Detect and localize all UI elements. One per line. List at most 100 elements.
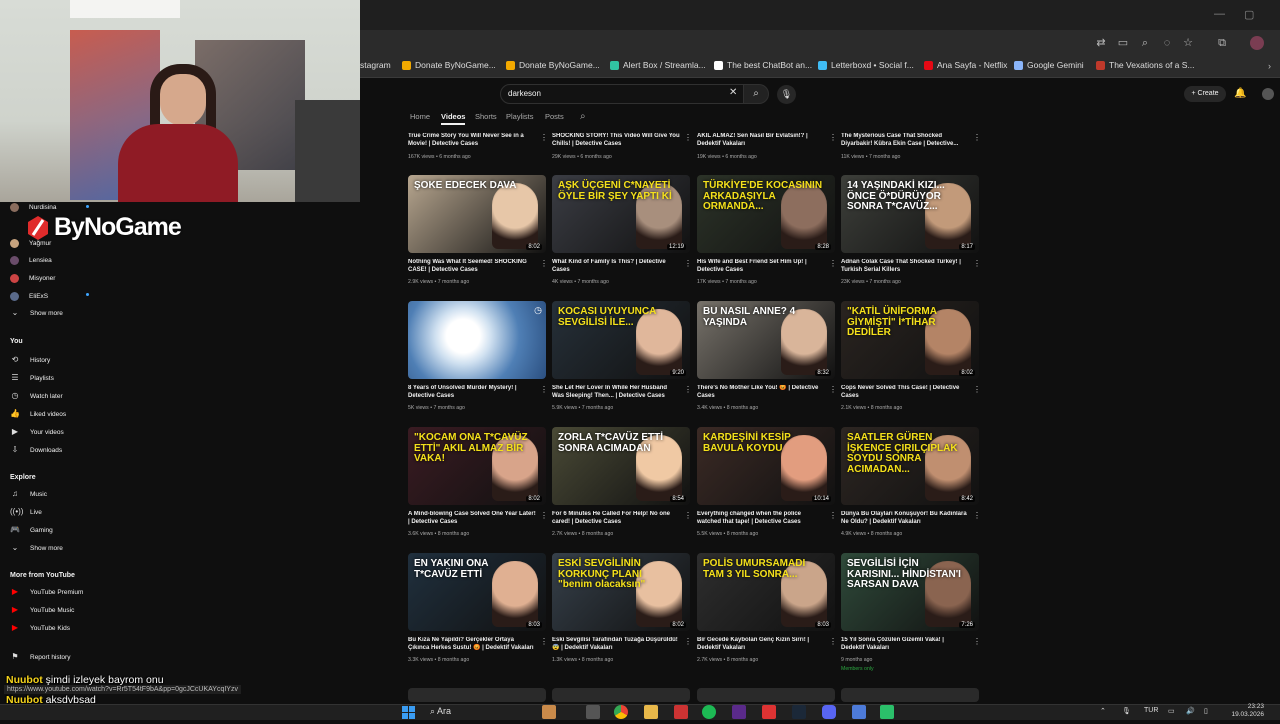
sidebar-item-music[interactable]: ♫ Music xyxy=(10,486,47,502)
language-indicator[interactable]: TUR xyxy=(1144,707,1158,714)
create-button[interactable]: + Create xyxy=(1184,86,1226,102)
video-title[interactable]: For 6 Minutes He Called For Help! No one… xyxy=(552,511,680,527)
video-title[interactable]: Nothing Was What It Seemed! SHOCKING CAS… xyxy=(408,259,536,275)
app-icon[interactable] xyxy=(542,705,556,719)
spotify-icon[interactable] xyxy=(702,705,716,719)
sidebar-item-playlists[interactable]: ☰ Playlists xyxy=(10,370,53,386)
video-thumbnail[interactable]: TÜRKİYE'DE KOCASININ ARKADAŞIYLA ORMANDA… xyxy=(697,175,835,253)
bookmarks-overflow-icon[interactable]: › xyxy=(1268,61,1271,71)
sidebar-sub-4[interactable]: EliExS xyxy=(10,288,48,304)
video-menu-icon[interactable]: ⋮ xyxy=(684,385,692,394)
sidebar-item-watch-later[interactable]: ◷ Watch later xyxy=(10,388,63,404)
channel-search-icon[interactable]: ⌕ xyxy=(580,111,586,122)
folder-icon[interactable] xyxy=(644,705,658,719)
extensions-icon[interactable]: ⧉ xyxy=(1215,36,1229,50)
video-title[interactable]: AKIL ALMAZ! Sen Nasıl Bir Evlatsın!? | D… xyxy=(697,133,825,149)
bookmark-item[interactable]: Ana Sayfa - Netflix xyxy=(924,60,1007,70)
video-menu-icon[interactable]: ⋮ xyxy=(829,637,837,646)
video-menu-icon[interactable]: ⋮ xyxy=(540,259,548,268)
video-thumbnail[interactable] xyxy=(697,688,835,702)
cast-icon[interactable]: ▭ xyxy=(1116,36,1130,50)
video-title[interactable]: True Crime Story You Will Never See in a… xyxy=(408,133,536,149)
video-thumbnail[interactable]: POLİS UMURSAMADI TAM 3 YIL SONRA... 8:03 xyxy=(697,553,835,631)
app-icon-recorder[interactable] xyxy=(762,705,776,719)
app-icon-blue[interactable] xyxy=(852,705,866,719)
taskbar-search[interactable]: ⌕ Ara xyxy=(430,706,451,717)
minimize-icon[interactable]: — xyxy=(1214,8,1225,20)
tab-shorts[interactable]: Shorts xyxy=(475,112,497,121)
video-menu-icon[interactable]: ⋮ xyxy=(540,133,548,142)
sidebar-sub-2[interactable]: Lensiea xyxy=(10,252,52,268)
bookmark-item[interactable]: stagram xyxy=(360,60,391,70)
bookmark-item[interactable]: Letterboxd • Social f... xyxy=(818,60,914,70)
sidebar-item-your-videos[interactable]: ▶ Your videos xyxy=(10,424,64,440)
sidebar-show-more-2[interactable]: ⌄ Show more xyxy=(10,540,63,556)
clock[interactable]: 23:23 19.03.2026 xyxy=(1220,703,1264,719)
video-thumbnail[interactable]: EN YAKINI ONA T*CAVÜZ ETTİ 8:03 xyxy=(408,553,546,631)
video-thumbnail[interactable] xyxy=(408,688,546,702)
notifications-icon[interactable]: 🔔 xyxy=(1234,88,1246,99)
video-thumbnail[interactable]: "KATİL ÜNİFORMA GİYMİŞTİ" İ*TİHAR DEDİLE… xyxy=(841,301,979,379)
mic-icon[interactable]: 🎙 xyxy=(777,85,796,104)
after-effects-icon[interactable] xyxy=(732,705,746,719)
sidebar-item-youtube-kids[interactable]: ▶ YouTube Kids xyxy=(10,620,70,636)
video-title[interactable]: The Mysterious Case That Shocked Diyarba… xyxy=(841,133,969,149)
video-title[interactable]: Bu Kıza Ne Yapıldı? Gerçekler Ortaya Çık… xyxy=(408,637,536,653)
bookmark-item[interactable]: The best ChatBot an... xyxy=(714,60,812,70)
video-title[interactable]: SHOCKING STORY! This Video Will Give You… xyxy=(552,133,680,149)
battery-icon[interactable]: ▯ xyxy=(1204,707,1208,715)
video-thumbnail[interactable]: ESKİ SEVGİLİNİN KORKUNÇ PLANI "benim ola… xyxy=(552,553,690,631)
video-thumbnail[interactable]: AŞK ÜÇGENİ C*NAYETİ ÖYLE BİR ŞEY YAPTI K… xyxy=(552,175,690,253)
sidebar-item-youtube-premium[interactable]: ▶ YouTube Premium xyxy=(10,584,83,600)
video-thumbnail[interactable]: SEVGİLİSİ İÇİN KARISINI... HİNDİSTAN'I S… xyxy=(841,553,979,631)
network-icon[interactable]: ▭ xyxy=(1168,707,1175,715)
video-menu-icon[interactable]: ⋮ xyxy=(829,133,837,142)
video-thumbnail[interactable]: KARDEŞİNİ KESİP BAVULA KOYDU 10:14 xyxy=(697,427,835,505)
video-title[interactable]: What Kind of Family Is This? | Detective… xyxy=(552,259,680,275)
video-thumbnail[interactable] xyxy=(552,688,690,702)
sidebar-item-gaming[interactable]: 🎮 Gaming xyxy=(10,522,53,538)
file-explorer-icon[interactable] xyxy=(586,705,600,719)
video-menu-icon[interactable]: ⋮ xyxy=(684,133,692,142)
video-title[interactable]: 15 Yıl Sonra Çözülen Gizemli Vaka! | Ded… xyxy=(841,637,969,653)
video-title[interactable]: Everything changed when the police watch… xyxy=(697,511,825,527)
sidebar-you-heading[interactable]: You xyxy=(10,338,23,345)
sidebar-show-more[interactable]: ⌄ Show more xyxy=(10,305,63,321)
profile-avatar[interactable] xyxy=(1250,36,1264,50)
chrome-icon[interactable] xyxy=(614,705,628,719)
video-menu-icon[interactable]: ⋮ xyxy=(540,637,548,646)
video-menu-icon[interactable]: ⋮ xyxy=(973,133,981,142)
video-thumbnail[interactable]: ZORLA T*CAVÜZ ETTİ SONRA ACIMADAN 8:54 xyxy=(552,427,690,505)
video-menu-icon[interactable]: ⋮ xyxy=(973,385,981,394)
watch-later-icon[interactable]: ◷ xyxy=(534,305,542,316)
video-thumbnail[interactable]: 14 YAŞINDAKİ KIZI... ÖNCE Ö*DÜRÜYOR SONR… xyxy=(841,175,979,253)
search-button[interactable]: ⌕ xyxy=(743,84,769,104)
video-title[interactable]: Eski Sevgilisi Tarafından Tuzağa Düşürül… xyxy=(552,637,680,653)
video-thumbnail[interactable]: "KOCAM ONA T*CAVÜZ ETTİ" AKIL ALMAZ BİR … xyxy=(408,427,546,505)
video-title[interactable]: Adnan Colak Case That Shocked Turkey! | … xyxy=(841,259,969,275)
clear-search-icon[interactable]: ✕ xyxy=(729,87,737,98)
video-title[interactable]: She Let Her Lover In While Her Husband W… xyxy=(552,385,680,401)
sidebar-item-history[interactable]: ⟲ History xyxy=(10,352,51,368)
video-menu-icon[interactable]: ⋮ xyxy=(973,637,981,646)
star-icon[interactable]: ☆ xyxy=(1181,36,1195,50)
tray-chevron-icon[interactable]: ⌃ xyxy=(1100,707,1106,715)
eye-off-icon[interactable]: ◌ xyxy=(1160,36,1174,50)
bookmark-item[interactable]: Donate ByNoGame... xyxy=(506,60,600,70)
tab-posts[interactable]: Posts xyxy=(545,112,564,121)
video-thumbnail[interactable] xyxy=(841,688,979,702)
video-thumbnail[interactable]: ◷ xyxy=(408,301,546,379)
bookmark-item[interactable]: Donate ByNoGame... xyxy=(402,60,496,70)
maximize-icon[interactable]: ▢ xyxy=(1244,8,1254,21)
video-title[interactable]: His Wife and Best Friend Set Him Up! | D… xyxy=(697,259,825,275)
account-avatar[interactable] xyxy=(1262,88,1274,100)
sidebar-report-history[interactable]: ⚑ Report history xyxy=(10,649,70,665)
tab-playlists[interactable]: Playlists xyxy=(506,112,534,121)
discord-icon[interactable] xyxy=(822,705,836,719)
video-menu-icon[interactable]: ⋮ xyxy=(829,511,837,520)
video-thumbnail[interactable]: BU NASIL ANNE? 4 YAŞINDA 8:32 xyxy=(697,301,835,379)
video-title[interactable]: 8 Years of Unsolved Murder Mystery! | De… xyxy=(408,385,536,401)
video-thumbnail[interactable]: ŞOKE EDECEK DAVA 8:02 xyxy=(408,175,546,253)
search-input[interactable]: darkeson xyxy=(508,89,541,98)
mic-tray-icon[interactable]: 🎙 xyxy=(1122,707,1131,715)
